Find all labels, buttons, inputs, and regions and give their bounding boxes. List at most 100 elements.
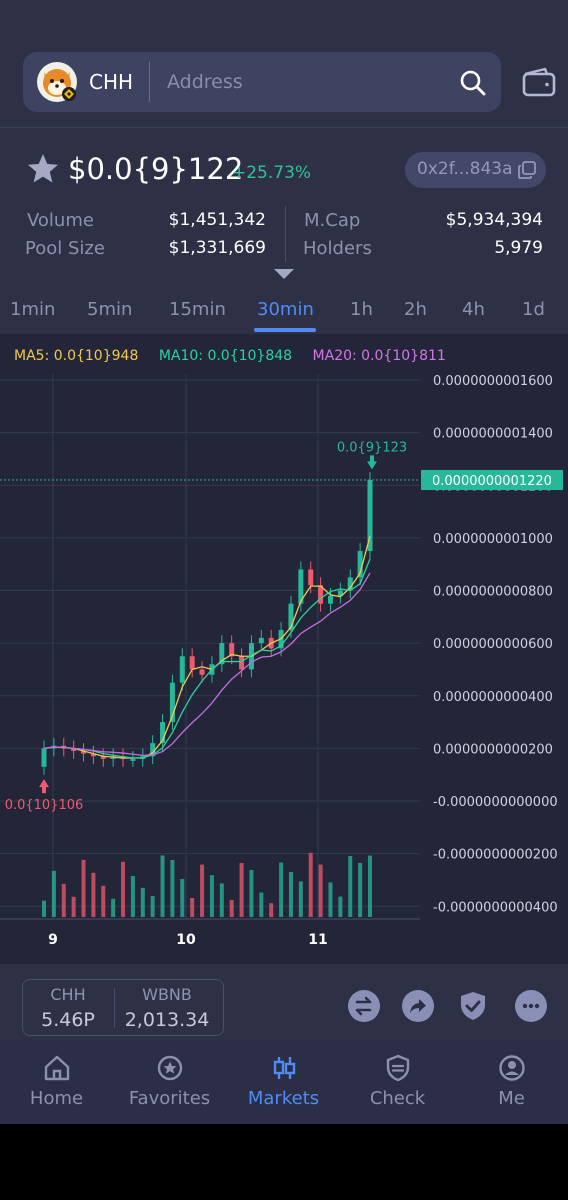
- header-divider: [0, 127, 568, 128]
- y-axis-tick-label: 0.0000000001400: [433, 427, 553, 442]
- user-icon: [499, 1055, 525, 1081]
- candle-body: [327, 595, 333, 604]
- nav-home[interactable]: Home: [0, 1040, 113, 1124]
- y-axis-tick-label: 0.0000000000200: [433, 742, 553, 757]
- nav-me-label: Me: [498, 1088, 525, 1109]
- volume-bar: [51, 870, 56, 917]
- volume-bar: [101, 885, 106, 917]
- volume-bar: [200, 864, 205, 917]
- pair-divider: [114, 988, 115, 1028]
- ma20-legend: MA20: 0.0{10}811: [312, 348, 446, 364]
- tab-5min[interactable]: 5min: [87, 299, 132, 320]
- candle-body: [239, 656, 245, 670]
- volume-bar: [140, 887, 145, 917]
- y-axis-tick-label: 0.0000000000800: [433, 585, 553, 600]
- pool-size-value: $1,331,669: [168, 238, 266, 258]
- nav-favorites-label: Favorites: [128, 1088, 211, 1109]
- search-divider: [149, 62, 150, 102]
- favorites-icon: [157, 1055, 183, 1081]
- volume-bar: [121, 861, 126, 917]
- nav-check[interactable]: Check: [341, 1040, 454, 1124]
- tab-1d[interactable]: 1d: [522, 299, 545, 320]
- price-change-badge: +25.73%: [232, 163, 312, 183]
- nav-check-label: Check: [369, 1088, 426, 1109]
- caret-down-icon[interactable]: [273, 268, 295, 280]
- nav-markets[interactable]: Markets: [227, 1040, 340, 1124]
- bottom-navigation: Home Favorites Markets Check Me: [0, 1040, 568, 1124]
- volume-bar: [288, 872, 293, 917]
- y-axis-tick-label: 0.0000000001000: [433, 532, 553, 547]
- share-button[interactable]: [402, 990, 434, 1022]
- high-arrow-icon: [367, 455, 377, 470]
- volume-bar: [259, 892, 264, 917]
- high-price-annotation: 0.0{9}123: [337, 440, 407, 455]
- contract-address: 0x2f...843a: [417, 159, 513, 179]
- ma5-line: [43, 535, 371, 759]
- current-price-label: 0.0000000001220: [432, 474, 552, 489]
- base-symbol: CHH: [50, 985, 86, 1004]
- y-axis-tick-label: -0.0000000000400: [433, 900, 558, 915]
- volume-bar: [239, 863, 244, 917]
- ma5-legend: MA5: 0.0{10}948: [14, 348, 139, 364]
- x-axis-tick-label: 11: [308, 932, 327, 948]
- candle-body: [189, 656, 195, 670]
- chat-button[interactable]: [515, 990, 547, 1022]
- home-icon: [44, 1055, 70, 1081]
- tab-1min[interactable]: 1min: [10, 299, 55, 320]
- shield-check-icon: [461, 992, 485, 1020]
- volume-bar: [229, 900, 234, 917]
- stats-divider: [285, 206, 286, 262]
- wallet-icon[interactable]: [521, 66, 557, 98]
- low-price-annotation: 0.0{10}106: [5, 798, 84, 813]
- volume-bar: [160, 855, 165, 917]
- active-tab-indicator: [254, 328, 316, 332]
- nav-markets-label: Markets: [247, 1088, 320, 1109]
- token-logo[interactable]: [37, 62, 77, 102]
- search-input[interactable]: [167, 64, 437, 100]
- tab-15min[interactable]: 15min: [169, 299, 226, 320]
- chat-icon: [522, 1003, 540, 1009]
- volume-label: Volume: [27, 210, 94, 231]
- swap-button[interactable]: [348, 990, 380, 1022]
- tab-30min[interactable]: 30min: [257, 299, 314, 320]
- contract-address-chip[interactable]: 0x2f...843a: [405, 152, 546, 188]
- search-bar[interactable]: CHH: [23, 52, 501, 112]
- token-price: $0.0{9}122: [68, 152, 244, 186]
- y-axis-tick-label: -0.0000000000200: [433, 848, 558, 863]
- quote-amount: 2,013.34: [124, 1009, 210, 1031]
- app-screen: CHH $0.0{9}122 +25.73% 0x2f...843a Volum…: [0, 0, 568, 1124]
- volume-bar: [249, 870, 254, 917]
- volume-bar: [190, 898, 195, 917]
- ma-legend: MA5: 0.0{10}948 MA10: 0.0{10}848 MA20: 0…: [14, 348, 462, 364]
- volume-bar: [71, 896, 76, 917]
- volume-bar: [308, 852, 313, 917]
- tab-4h[interactable]: 4h: [462, 299, 485, 320]
- holders-label: Holders: [303, 238, 372, 259]
- volume-bar: [368, 855, 372, 917]
- tab-2h[interactable]: 2h: [404, 299, 427, 320]
- quote-symbol: WBNB: [142, 985, 192, 1004]
- volume-bar: [81, 859, 86, 917]
- candlestick-chart-svg[interactable]: 0.0000000001600 0.0000000001400 0.00000000…: [0, 334, 568, 964]
- low-arrow-icon: [39, 779, 49, 794]
- volume-bar: [91, 872, 96, 917]
- favorite-star-icon[interactable]: [26, 152, 60, 186]
- base-amount: 5.46P: [41, 1009, 95, 1031]
- nav-favorites[interactable]: Favorites: [113, 1040, 226, 1124]
- volume-bar: [170, 860, 175, 917]
- security-check-button[interactable]: [457, 990, 489, 1022]
- nav-me[interactable]: Me: [455, 1040, 568, 1124]
- candle-body: [308, 569, 314, 586]
- volume-bar: [209, 875, 214, 917]
- volume-bar: [269, 903, 274, 917]
- search-icon[interactable]: [459, 69, 487, 97]
- tab-1h[interactable]: 1h: [350, 299, 373, 320]
- swap-icon: [355, 996, 372, 1016]
- pair-liquidity-box: CHH 5.46P WBNB 2,013.34: [22, 979, 224, 1036]
- volume-bar: [358, 863, 363, 917]
- volume-bar: [150, 896, 155, 917]
- y-axis-tick-label: 0.0000000000600: [433, 637, 553, 652]
- volume-bar: [130, 876, 135, 917]
- copy-icon[interactable]: [517, 160, 537, 180]
- y-axis-tick-label: 0.0000000001600: [433, 374, 553, 389]
